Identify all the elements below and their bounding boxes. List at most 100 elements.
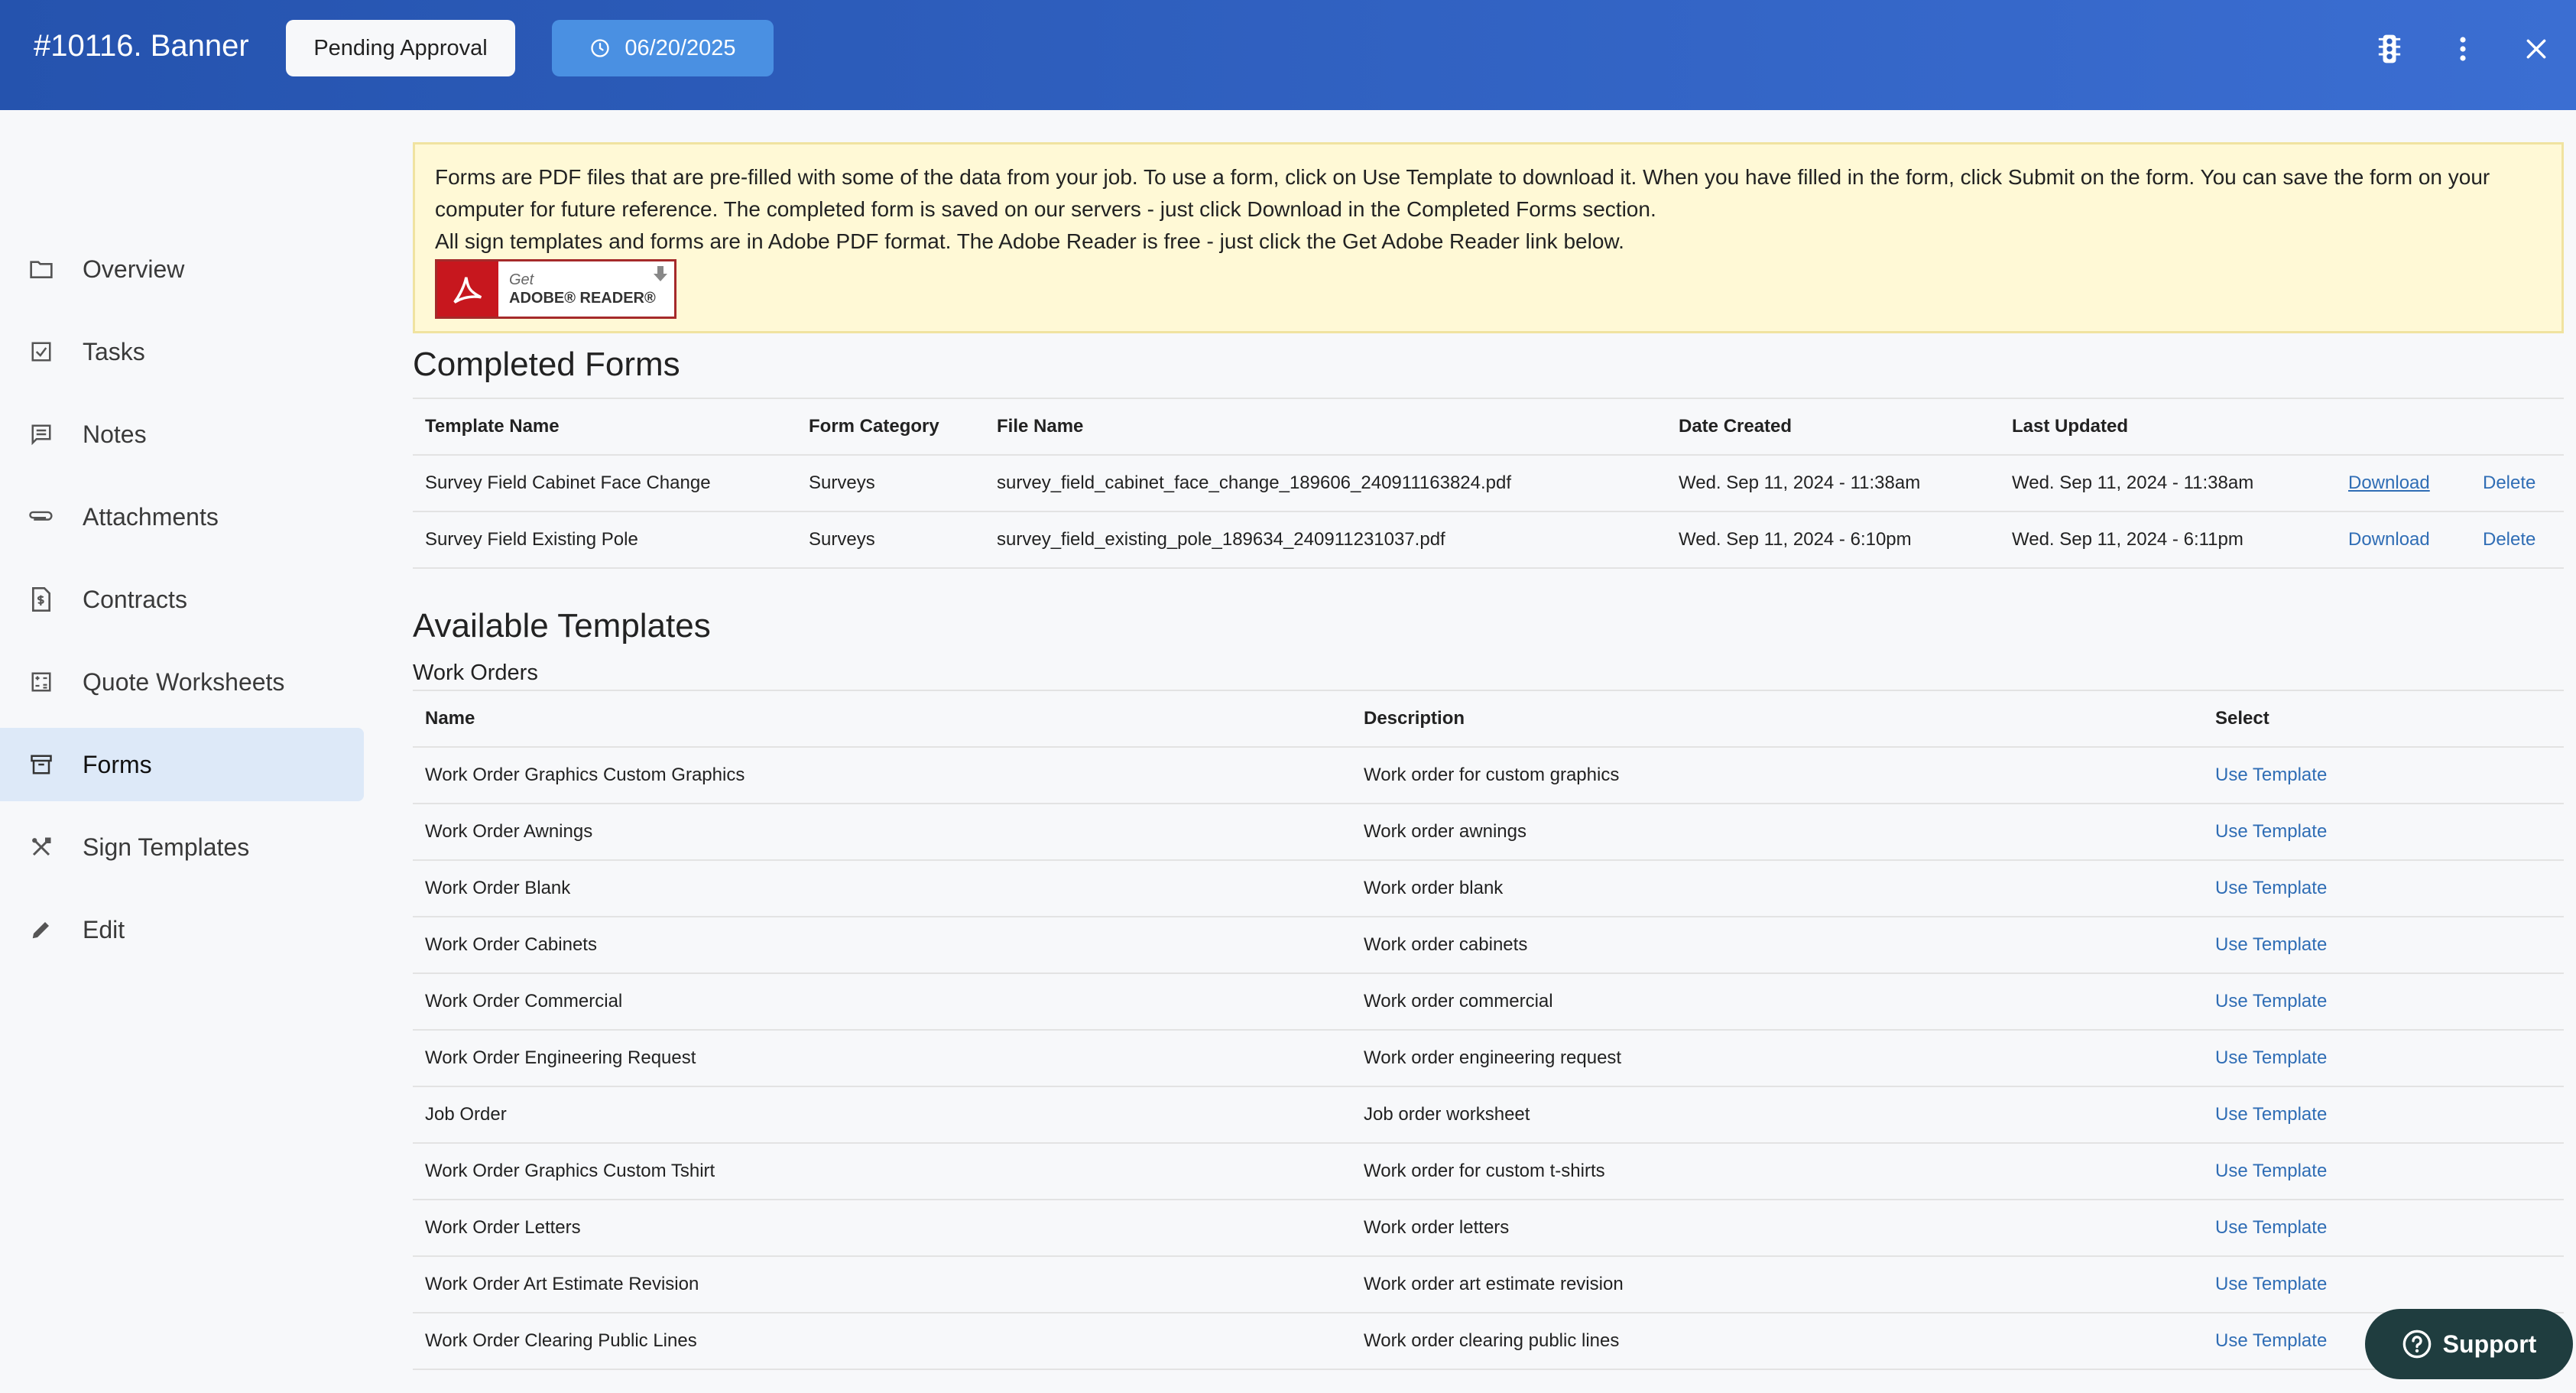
table-row: Job Order Job order worksheet Use Template [413,1086,2564,1144]
use-template-link[interactable]: Use Template [2215,821,2327,842]
calculator-icon [28,668,55,696]
description-cell: Work order art estimate revision [1351,1256,2203,1313]
download-link[interactable]: Download [2348,472,2430,493]
sidebar-item-contracts[interactable]: Contracts [0,563,364,636]
column-header: Description [1351,690,2203,748]
sidebar-item-sign-templates[interactable]: Sign Templates [0,810,364,884]
forms-info-box: Forms are PDF files that are pre-filled … [413,142,2564,333]
template-name-cell: Survey Field Cabinet Face Change [413,455,796,512]
traffic-light-icon[interactable] [2373,32,2406,66]
sidebar-item-tasks[interactable]: Tasks [0,315,364,388]
available-templates-title: Available Templates [413,607,711,645]
support-button[interactable]: Support [2365,1309,2573,1379]
download-arrow-icon [654,266,667,281]
description-cell: Work order blank [1351,860,2203,917]
template-name-cell: Work Order Cabinets [413,917,1351,974]
download-link[interactable]: Download [2348,529,2430,550]
date-created-cell: Wed. Sep 11, 2024 - 11:38am [1666,455,2000,512]
file-name-cell: survey_field_cabinet_face_change_189606_… [985,455,1666,512]
table-row: Work Order Blank Work order blank Use Temp… [413,860,2564,917]
more-vertical-icon[interactable] [2446,32,2480,66]
table-row: Survey Field Existing Pole Surveys surve… [413,511,2564,569]
table-row: Work Order Cabinets Work order cabinets Us… [413,917,2564,974]
adobe-reader-label: ADOBE® READER® [509,290,656,307]
description-cell: Work order awnings [1351,804,2203,861]
column-header: Name [413,690,1351,748]
form-category-cell: Surveys [796,511,985,569]
sidebar: Overview Tasks Notes Attachments Contrac… [0,110,365,1393]
template-name-cell: Work Order Blank [413,860,1351,917]
use-template-link[interactable]: Use Template [2215,878,2327,898]
column-header: File Name [985,398,1666,456]
use-template-link[interactable]: Use Template [2215,1161,2327,1181]
sidebar-item-quote-worksheets[interactable]: Quote Worksheets [0,645,364,719]
column-header: Date Created [1666,398,2000,456]
sidebar-item-label: Notes [83,420,147,448]
table-header-row: Template Name Form Category File Name Da… [413,398,2564,456]
close-icon[interactable] [2519,32,2553,66]
description-cell: Work order engineering request [1351,1030,2203,1087]
use-template-link[interactable]: Use Template [2215,1274,2327,1294]
pencil-icon [28,916,55,943]
checkbox-icon [28,338,55,365]
description-cell: Work order cabinets [1351,917,2203,974]
form-category-cell: Surveys [796,455,985,512]
adobe-get-label: Get [509,271,534,288]
info-line-3: All sign templates and forms are in Adob… [435,229,1624,253]
sidebar-item-forms[interactable]: Forms [0,728,364,801]
use-template-link[interactable]: Use Template [2215,934,2327,955]
use-template-link[interactable]: Use Template [2215,1330,2327,1351]
status-button[interactable]: Pending Approval [286,20,515,76]
top-header: #10116. Banner Pending Approval 06/20/20… [0,0,2576,110]
table-row: Work Order Commercial Work order commerci… [413,973,2564,1031]
template-name-cell: Work Order Art Estimate Revision [413,1256,1351,1313]
sidebar-item-notes[interactable]: Notes [0,398,364,471]
delete-link[interactable]: Delete [2483,529,2535,550]
table-row: Work Order Clearing Public Lines Work ord… [413,1313,2564,1370]
column-header: Form Category [796,398,985,456]
help-circle-icon [2402,1330,2432,1359]
completed-forms-table: Template Name Form Category File Name Da… [413,398,2564,569]
description-cell: Work order for custom t-shirts [1351,1143,2203,1200]
table-row: Work Order Art Estimate Revision Work ord… [413,1256,2564,1313]
use-template-link[interactable]: Use Template [2215,765,2327,785]
column-header [2336,398,2471,456]
template-name-cell: Work Order Commercial [413,973,1351,1031]
table-row: Work Order Awnings Work order awnings Use … [413,804,2564,861]
sidebar-item-edit[interactable]: Edit [0,893,364,966]
sidebar-item-attachments[interactable]: Attachments [0,480,364,554]
description-cell: Work order letters [1351,1200,2203,1257]
use-template-link[interactable]: Use Template [2215,1047,2327,1068]
date-button[interactable]: 06/20/2025 [552,20,774,76]
available-templates-table: Name Description Select Work Order Graph… [413,690,2564,1370]
last-updated-cell: Wed. Sep 11, 2024 - 6:11pm [2000,511,2336,569]
sidebar-item-label: Edit [83,915,125,943]
template-name-cell: Survey Field Existing Pole [413,511,796,569]
template-name-cell: Work Order Engineering Request [413,1030,1351,1087]
template-name-cell: Work Order Clearing Public Lines [413,1313,1351,1370]
sidebar-item-label: Attachments [83,502,219,531]
date-created-cell: Wed. Sep 11, 2024 - 6:10pm [1666,511,2000,569]
column-header: Select [2203,690,2564,748]
delete-link[interactable]: Delete [2483,472,2535,493]
sidebar-item-label: Overview [83,255,185,283]
use-template-link[interactable]: Use Template [2215,991,2327,1011]
table-row: Survey Field Cabinet Face Change Surveys… [413,455,2564,512]
sidebar-item-label: Forms [83,750,152,778]
get-adobe-reader-button[interactable]: Get ADOBE® READER® [435,259,676,319]
adobe-logo-icon [437,261,498,317]
sidebar-item-label: Contracts [83,585,187,613]
table-row: Work Order Letters Work order letters Use … [413,1200,2564,1257]
tools-icon [28,833,55,861]
clock-icon [591,39,610,57]
sidebar-item-overview[interactable]: Overview [0,232,364,306]
info-line-2: computer for future reference. The compl… [435,197,1656,221]
date-label: 06/20/2025 [625,35,736,60]
support-label: Support [2442,1330,2537,1358]
use-template-link[interactable]: Use Template [2215,1217,2327,1238]
use-template-link[interactable]: Use Template [2215,1104,2327,1125]
template-name-cell: Work Order Graphics Custom Tshirt [413,1143,1351,1200]
description-cell: Work order clearing public lines [1351,1313,2203,1370]
description-cell: Work order for custom graphics [1351,747,2203,804]
description-cell: Job order worksheet [1351,1086,2203,1144]
